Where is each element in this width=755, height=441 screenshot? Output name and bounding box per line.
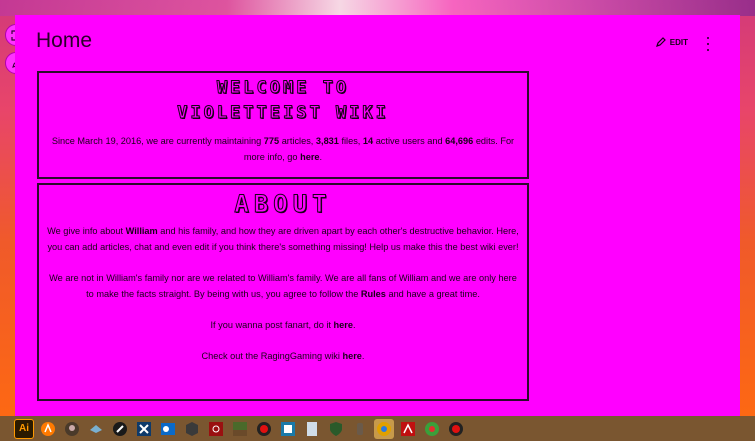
articles-count-link[interactable]: 775 [264,136,279,146]
minecraft-svg [233,421,247,436]
chrome-svg [377,421,391,436]
illustrator-icon[interactable]: Ai [14,418,34,439]
chrome-icon[interactable] [374,418,394,439]
biohazard-icon[interactable] [206,419,226,439]
edits-count-link[interactable]: 64,696 [445,136,473,146]
record-alt-icon[interactable] [446,419,466,439]
about-text-part: and have a great time. [385,289,480,299]
avast-icon[interactable] [38,419,58,439]
edit-button[interactable]: EDIT [655,37,688,48]
x-app-svg [137,421,151,436]
about-paragraph-4: Check out the RagingGaming wiki here. [45,348,521,364]
minecraft-icon[interactable] [230,419,250,439]
notepad-icon[interactable] [302,419,322,439]
welcome-stats-text: Since March 19, 2016, we are currently m… [39,133,527,165]
wiki-page: Home EDIT WELCOME TO VIOLETTEIST WIKI Si… [15,15,740,416]
compass-icon[interactable] [110,419,130,439]
record-alt-svg [449,421,463,436]
about-text-part: Check out the RagingGaming wiki [201,351,343,361]
kebab-dot [706,48,710,51]
record-icon[interactable] [254,419,274,439]
welcome-text-part: Since March 19, 2016, we are currently m… [51,136,264,146]
shield-svg [330,421,342,436]
cube-icon[interactable] [182,419,202,439]
william-link[interactable]: William [126,226,158,236]
welcome-text-part: . [319,152,323,162]
avast-svg [41,421,55,436]
about-paragraph-3: If you wanna post fanart, do it here. [45,317,521,333]
about-text-part: . [352,320,356,330]
frame-svg [281,421,295,436]
frame-icon[interactable] [278,419,298,439]
files-count-link[interactable]: 3,831 [316,136,339,146]
about-text: We give info about William and his famil… [39,223,527,364]
welcome-heading-line2: VIOLETTEIST WIKI [177,103,389,123]
welcome-box: WELCOME TO VIOLETTEIST WIKI Since March … [37,71,529,179]
background-art [0,0,755,16]
page-title: Home [36,29,93,52]
welcome-text-part: files, [338,136,363,146]
edit-label: EDIT [669,38,688,47]
raginggaming-here-link[interactable]: here [342,351,361,361]
bird-svg [90,424,102,433]
shield-icon[interactable] [326,419,346,439]
about-box: ABOUT We give info about William and his… [37,183,529,401]
outlook-icon[interactable] [158,419,178,439]
acrobat-svg [401,421,415,436]
taskbar: Ai [0,416,755,441]
pencil-icon [655,37,666,47]
bird-icon[interactable] [86,419,106,439]
about-text-part: . [361,351,365,361]
welcome-text-part: active users and [373,136,446,146]
welcome-text-part: articles, [279,136,316,146]
rules-link[interactable]: Rules [361,289,386,299]
game-icon[interactable] [62,419,82,439]
usb-svg [357,422,363,435]
record-svg [257,421,271,436]
compass-svg [113,421,127,436]
cube-svg [186,421,198,436]
chrome-alt-svg [425,421,439,436]
about-paragraph-2: We are not in William's family nor are w… [45,270,521,302]
biohazard-svg [209,421,223,436]
game-svg [65,421,79,436]
notepad-svg [307,421,317,436]
more-options-icon[interactable] [704,37,712,51]
active-users-link[interactable]: 14 [363,136,373,146]
acrobat-icon[interactable] [398,419,418,439]
info-here-link[interactable]: here [300,152,319,162]
kebab-dot [706,37,710,40]
about-heading: ABOUT [234,190,332,218]
about-text-part: We give info about [47,226,126,236]
usb-icon[interactable] [350,419,370,439]
about-text-part: If you wanna post fanart, do it [210,320,334,330]
welcome-heading-line1: WELCOME TO [216,78,350,98]
outlook-svg [161,422,175,435]
fanart-here-link[interactable]: here [334,320,353,330]
x-app-icon[interactable] [134,419,154,439]
kebab-dot [706,42,710,46]
about-paragraph-1: We give info about William and his famil… [45,223,521,255]
chrome-alt-icon[interactable] [422,419,442,439]
